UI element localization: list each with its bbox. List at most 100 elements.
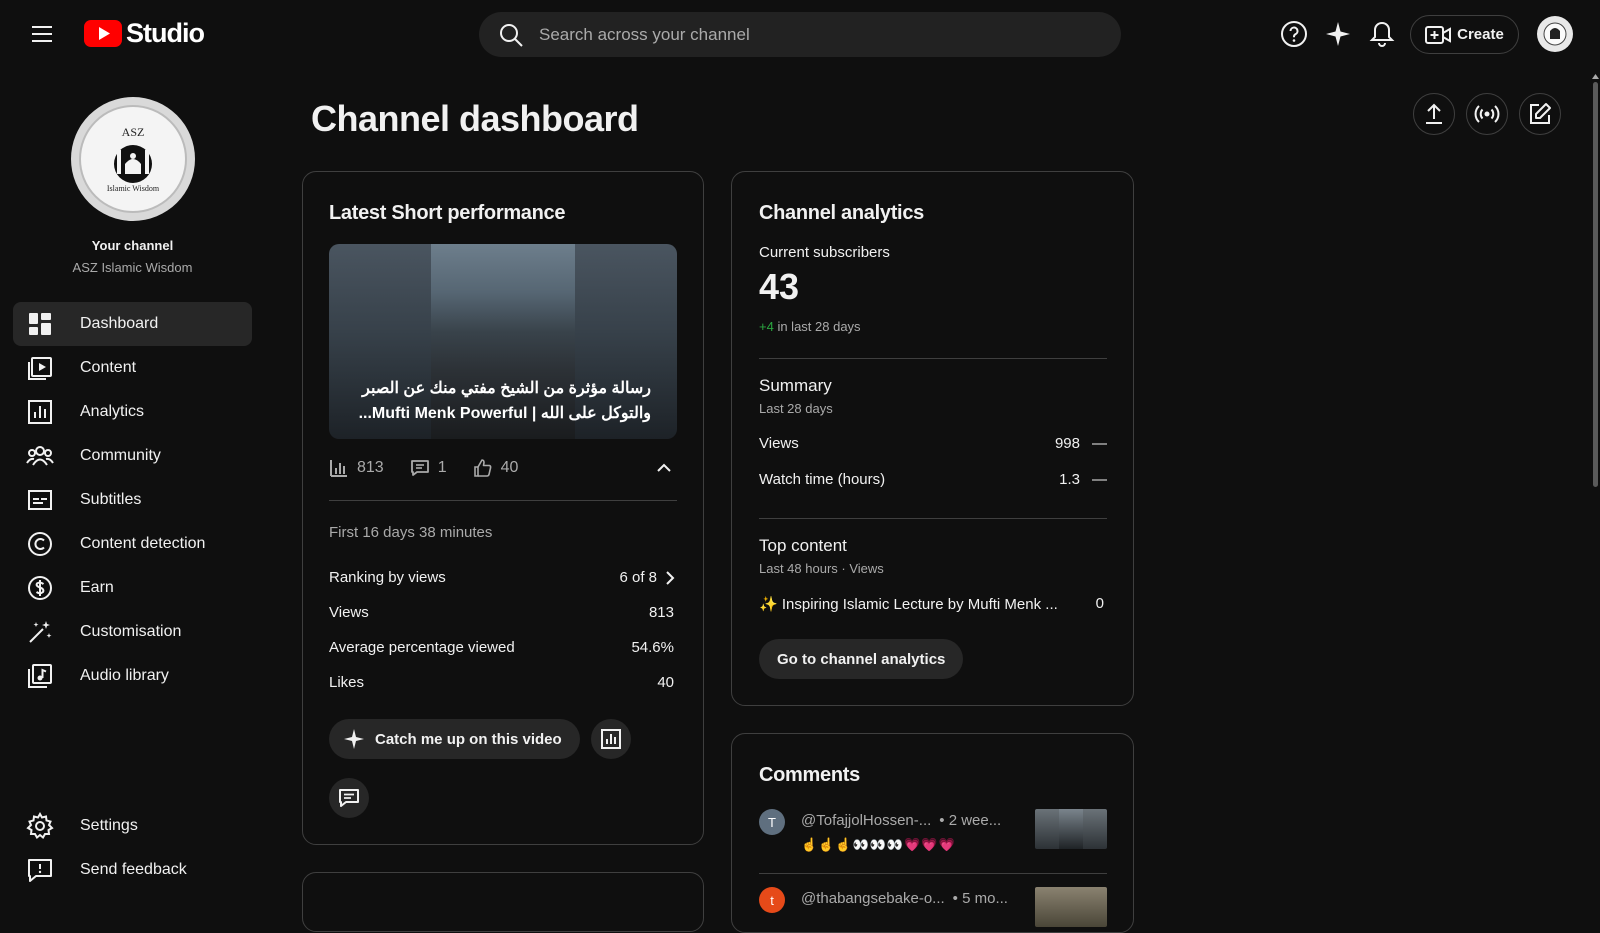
- scrollbar-thumb[interactable]: [1593, 82, 1598, 487]
- sidebar-item-label: Dashboard: [80, 315, 159, 332]
- divider: [329, 500, 677, 501]
- commenter-avatar[interactable]: t: [759, 887, 785, 913]
- sidebar-item-analytics[interactable]: Analytics: [13, 390, 252, 434]
- avg-percentage-row: Average percentage viewed 54.6%: [329, 639, 674, 656]
- edit-icon: [1530, 103, 1551, 124]
- summary-views-label: Views: [759, 435, 799, 452]
- comments-stat: 1: [410, 458, 447, 478]
- feedback-icon: [28, 859, 52, 882]
- sidebar-item-settings[interactable]: Settings: [13, 804, 252, 848]
- latest-short-card: Latest Short performance رسالة مؤثرة من …: [302, 171, 704, 845]
- scroll-up-arrow-icon[interactable]: [1591, 72, 1600, 80]
- comment-header: @TofajjolHossen-... • 2 wee...: [801, 812, 1021, 829]
- comment-author[interactable]: @TofajjolHossen-...: [801, 812, 931, 829]
- likes-label: Likes: [329, 674, 365, 691]
- sidebar-item-label: Community: [80, 447, 161, 464]
- short-video-title[interactable]: رسالة مؤثرة من الشيخ مفتي منك عن الصبر و…: [329, 376, 677, 426]
- youtube-logo-icon: [84, 20, 122, 47]
- studio-logo[interactable]: Studio: [84, 18, 205, 49]
- sidebar-item-label: Settings: [80, 817, 138, 834]
- chevron-up-icon[interactable]: [655, 459, 673, 477]
- subtitles-icon: [28, 490, 52, 510]
- subscribers-change: +4 in last 28 days: [759, 319, 861, 334]
- comment-video-thumbnail[interactable]: [1035, 809, 1107, 849]
- sidebar-item-content[interactable]: Content: [13, 346, 252, 390]
- upload-icon: [1426, 103, 1442, 124]
- video-comments-button[interactable]: [329, 778, 369, 818]
- comment-icon: [410, 460, 429, 476]
- sidebar-item-customisation[interactable]: Customisation: [13, 610, 252, 654]
- broadcast-icon: [1474, 105, 1500, 123]
- summary-watch-time-row: Watch time (hours) 1.3 —: [759, 471, 1107, 488]
- create-button[interactable]: Create: [1410, 15, 1519, 54]
- comments-count: 1: [437, 459, 447, 476]
- search-bar[interactable]: [479, 12, 1121, 57]
- channel-name[interactable]: ASZ Islamic Wisdom: [0, 260, 265, 275]
- analytics-icon: [28, 400, 52, 424]
- menu-icon[interactable]: [24, 20, 60, 48]
- sidebar-item-community[interactable]: Community: [13, 434, 252, 478]
- chevron-right-icon: [666, 570, 675, 585]
- views-label: Views: [329, 604, 369, 621]
- top-content-item[interactable]: ✨ Inspiring Islamic Lecture by Mufti Men…: [759, 595, 1104, 613]
- comment-header: @thabangsebake-o... • 5 mo...: [801, 890, 1021, 907]
- sparkle-icon[interactable]: [1324, 20, 1352, 48]
- sidebar-item-earn[interactable]: Earn: [13, 566, 252, 610]
- search-input[interactable]: [539, 24, 1059, 45]
- account-avatar[interactable]: [1537, 16, 1573, 52]
- divider: [759, 358, 1107, 359]
- page-scrollbar[interactable]: [1591, 72, 1600, 902]
- latest-short-title: Latest Short performance: [329, 202, 566, 224]
- sidebar-item-label: Content: [80, 359, 137, 376]
- top-content-item-title: ✨ Inspiring Islamic Lecture by Mufti Men…: [759, 596, 1058, 613]
- gear-icon: [26, 812, 54, 840]
- views-value: 813: [648, 604, 674, 621]
- avatar-logo-text-top: ASZ: [121, 125, 145, 139]
- sidebar-item-label: Earn: [80, 579, 114, 596]
- bar-chart-icon: [330, 460, 347, 477]
- views-row: Views 813: [329, 604, 674, 621]
- video-analytics-button[interactable]: [591, 719, 631, 759]
- go-to-channel-analytics-button[interactable]: Go to channel analytics: [759, 639, 964, 679]
- comment-icon: [339, 789, 359, 807]
- comment-video-thumbnail[interactable]: [1035, 887, 1107, 927]
- upload-button[interactable]: [1413, 93, 1455, 135]
- logo-text: Studio: [126, 18, 205, 48]
- short-stats-row: 813 1 40: [329, 452, 677, 484]
- comment-item[interactable]: T @TofajjolHossen-... • 2 wee... ☝️☝️☝️👀…: [759, 809, 1107, 869]
- go-live-button[interactable]: [1466, 93, 1508, 135]
- create-post-button[interactable]: [1519, 93, 1561, 135]
- sidebar-item-subtitles[interactable]: Subtitles: [13, 478, 252, 522]
- sidebar-item-label: Customisation: [80, 623, 182, 640]
- sidebar-item-audio-library[interactable]: Audio library: [13, 654, 252, 698]
- ranking-label: Ranking by views: [329, 569, 446, 586]
- sidebar-item-dashboard[interactable]: Dashboard: [13, 302, 252, 346]
- notifications-bell-icon[interactable]: [1368, 20, 1396, 48]
- channel-analytics-card: Channel analytics Current subscribers 43…: [731, 171, 1134, 706]
- sparkle-icon: [344, 729, 364, 749]
- catch-me-up-label: Catch me up on this video: [375, 730, 562, 748]
- summary-watch-time-value: 1.3: [1059, 471, 1080, 488]
- subscribers-label: Current subscribers: [759, 244, 890, 261]
- comment-time: • 2 wee...: [939, 812, 1002, 829]
- channel-avatar[interactable]: ASZ Islamic Wisdom: [71, 97, 195, 221]
- sidebar-item-content-detection[interactable]: Content detection: [13, 522, 252, 566]
- sidebar-item-send-feedback[interactable]: Send feedback: [13, 848, 252, 892]
- comment-item[interactable]: t @thabangsebake-o... • 5 mo...: [759, 887, 1107, 927]
- catch-me-up-button[interactable]: Catch me up on this video: [329, 719, 580, 759]
- short-period-text: First 16 days 38 minutes: [329, 524, 493, 541]
- analytics-icon: [601, 729, 621, 749]
- top-content-item-value: 0: [1095, 595, 1104, 612]
- commenter-avatar[interactable]: T: [759, 809, 785, 835]
- divider: [759, 518, 1107, 519]
- mosque-logo-icon: [114, 145, 152, 183]
- summary-views-trend: —: [1092, 435, 1107, 452]
- help-icon[interactable]: [1280, 20, 1308, 48]
- ranking-row[interactable]: Ranking by views 6 of 8: [329, 569, 677, 586]
- likes-stat: 40: [473, 458, 519, 478]
- summary-views-row: Views 998 —: [759, 435, 1107, 452]
- sidebar-item-label: Analytics: [80, 403, 145, 420]
- short-thumbnail[interactable]: رسالة مؤثرة من الشيخ مفتي منك عن الصبر و…: [329, 244, 677, 439]
- likes-count: 40: [500, 459, 519, 476]
- comment-author[interactable]: @thabangsebake-o...: [801, 890, 945, 907]
